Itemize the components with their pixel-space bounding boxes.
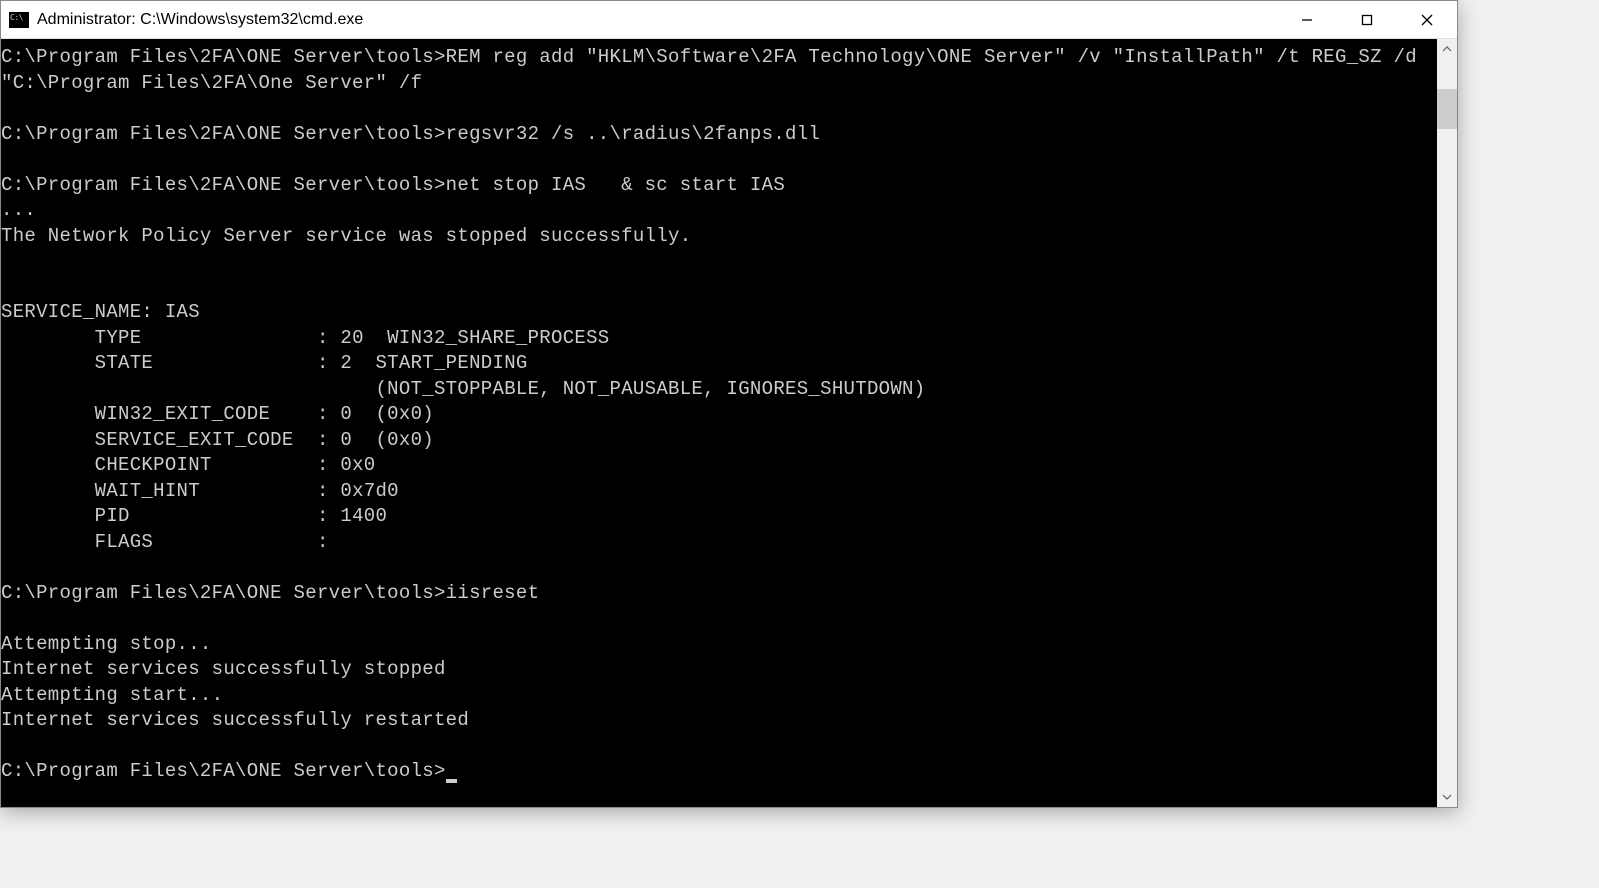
window-controls [1277, 1, 1457, 38]
cmd-window: Administrator: C:\Windows\system32\cmd.e… [0, 0, 1458, 808]
close-icon [1421, 14, 1433, 26]
titlebar[interactable]: Administrator: C:\Windows\system32\cmd.e… [1, 1, 1457, 39]
console-output[interactable]: C:\Program Files\2FA\ONE Server\tools>RE… [1, 39, 1437, 807]
text-cursor [446, 779, 457, 783]
cmd-icon [9, 12, 29, 28]
maximize-icon [1361, 14, 1373, 26]
maximize-button[interactable] [1337, 1, 1397, 38]
scroll-thumb[interactable] [1437, 89, 1457, 129]
scroll-down-arrow[interactable] [1437, 787, 1457, 807]
console-container: C:\Program Files\2FA\ONE Server\tools>RE… [1, 39, 1457, 807]
window-title: Administrator: C:\Windows\system32\cmd.e… [37, 11, 1277, 29]
chevron-up-icon [1442, 46, 1452, 52]
minimize-button[interactable] [1277, 1, 1337, 38]
chevron-down-icon [1442, 794, 1452, 800]
scroll-track[interactable] [1437, 59, 1457, 787]
minimize-icon [1301, 14, 1313, 26]
scroll-up-arrow[interactable] [1437, 39, 1457, 59]
close-button[interactable] [1397, 1, 1457, 38]
vertical-scrollbar[interactable] [1437, 39, 1457, 807]
